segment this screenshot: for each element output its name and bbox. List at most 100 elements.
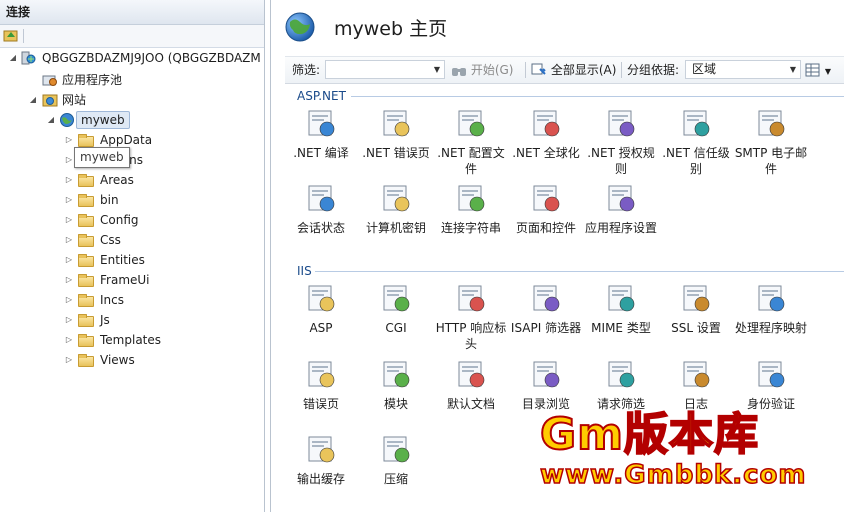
feature-label: 连接字符串	[440, 221, 501, 235]
feature-item[interactable]: ISAPI 筛选器	[508, 282, 584, 336]
feature-item[interactable]: 计算机密钥	[358, 182, 434, 236]
feature-item[interactable]: 应用程序设置	[583, 182, 659, 236]
feature-item[interactable]: 模块	[358, 358, 434, 412]
view-mode-button[interactable]: ▼	[805, 57, 831, 83]
folder-icon	[78, 214, 94, 227]
watermark-title: Gm版本库	[539, 408, 759, 461]
tree-node-label: 应用程序池	[62, 73, 123, 87]
tree-node-label: 网站	[62, 93, 87, 107]
feature-item[interactable]: .NET 配置文件	[433, 107, 509, 177]
expander-icon[interactable]: ▷	[65, 150, 73, 170]
connection-strings-icon	[458, 185, 485, 212]
expander-icon[interactable]: ▷	[65, 250, 73, 270]
start-filter-button[interactable]: 开始(G)	[451, 57, 514, 83]
tree-node-label: Config	[100, 213, 139, 227]
folder-icon	[78, 174, 94, 187]
error-pages-icon	[308, 361, 335, 388]
connect-icon[interactable]	[3, 28, 19, 42]
globe-icon	[285, 12, 315, 42]
folder-icon	[78, 194, 94, 207]
feature-label: 压缩	[383, 472, 408, 486]
folder-icon	[78, 234, 94, 247]
expander-icon[interactable]: ▷	[65, 130, 73, 150]
feature-item[interactable]: .NET 全球化	[508, 107, 584, 161]
feature-item[interactable]: .NET 信任级别	[658, 107, 734, 177]
feature-label: .NET 配置文件	[437, 146, 505, 176]
expander-icon[interactable]: ▷	[65, 350, 73, 370]
group-by-select[interactable]: 区域 ▼	[685, 60, 801, 79]
expander-icon[interactable]: ▷	[65, 310, 73, 330]
tree-node-label: FrameUi	[100, 273, 150, 287]
expander-icon[interactable]: ◢	[9, 48, 17, 68]
ssl-settings-icon	[683, 285, 710, 312]
tree-node-server[interactable]: ◢ QBGGZBDAZMJ9JOO (QBGGZBDAZMJ9JOO\Admin…	[0, 48, 264, 68]
tree-node-label: Views	[100, 353, 135, 367]
show-all-icon	[531, 63, 546, 75]
app-settings-icon	[608, 185, 635, 212]
feature-item[interactable]: 处理程序映射	[733, 282, 809, 336]
folder-icon	[78, 254, 94, 267]
feature-label: 模块	[383, 397, 408, 411]
expander-icon[interactable]: ▷	[65, 170, 73, 190]
feature-item[interactable]: HTTP 响应标头	[433, 282, 509, 352]
feature-label: 页面和控件	[515, 221, 576, 235]
feature-item[interactable]: SMTP 电子邮件	[733, 107, 809, 177]
tree-node-label: QBGGZBDAZMJ9JOO (QBGGZBDAZMJ9JOO\Adminis…	[42, 51, 260, 65]
tree-node-label: Js	[100, 313, 110, 327]
feature-item[interactable]: 会话状态	[283, 182, 359, 236]
sites-icon	[42, 94, 58, 107]
feature-item[interactable]: 默认文档	[433, 358, 509, 412]
filter-bar: 筛选: ▼ 开始(G) 全部显示(A) 分组依据: 区域 ▼ ▼	[285, 56, 844, 84]
feature-item[interactable]: CGI	[358, 282, 434, 336]
folder-icon	[78, 274, 94, 287]
feature-item[interactable]: 错误页	[283, 358, 359, 412]
section-divider	[351, 96, 844, 97]
expander-icon[interactable]: ▷	[65, 290, 73, 310]
folder-icon	[78, 294, 94, 307]
expander-icon[interactable]: ▷	[65, 270, 73, 290]
globe-icon	[60, 113, 74, 127]
feature-label: .NET 授权规则	[587, 146, 655, 176]
isapi-filters-icon	[533, 285, 560, 312]
filter-input[interactable]: ▼	[325, 60, 445, 79]
tooltip: myweb	[74, 147, 130, 168]
smtp-email-icon	[758, 110, 785, 137]
expander-icon[interactable]: ◢	[29, 90, 37, 110]
session-state-icon	[308, 185, 335, 212]
feature-item[interactable]: .NET 授权规则	[583, 107, 659, 177]
feature-label: 默认文档	[446, 397, 495, 411]
expander-icon[interactable]: ▷	[65, 210, 73, 230]
feature-item[interactable]: .NET 错误页	[358, 107, 434, 161]
compression-icon	[383, 436, 410, 463]
expander-icon[interactable]: ▷	[65, 230, 73, 250]
feature-item[interactable]: .NET 编译	[283, 107, 359, 161]
net-authorization-icon	[608, 110, 635, 137]
app-pool-icon	[42, 75, 57, 86]
show-all-button[interactable]: 全部显示(A)	[531, 57, 616, 83]
default-document-icon	[458, 361, 485, 388]
pages-controls-icon	[533, 185, 560, 212]
view-grid-icon	[805, 63, 820, 77]
feature-item[interactable]: SSL 设置	[658, 282, 734, 336]
feature-item[interactable]: 连接字符串	[433, 182, 509, 236]
authentication-icon	[758, 361, 785, 388]
expander-icon[interactable]: ▷	[65, 330, 73, 350]
group-by-label: 分组依据:	[627, 63, 680, 77]
feature-item[interactable]: MIME 类型	[583, 282, 659, 336]
feature-item[interactable]: 输出缓存	[283, 433, 359, 487]
feature-label: 输出缓存	[296, 472, 345, 486]
binoculars-icon	[452, 68, 466, 76]
folder-icon	[78, 314, 94, 327]
feature-label: CGI	[385, 321, 407, 335]
expander-icon[interactable]: ▷	[65, 190, 73, 210]
expander-icon[interactable]: ◢	[47, 110, 55, 130]
feature-item[interactable]: 页面和控件	[508, 182, 584, 236]
feature-label: .NET 全球化	[512, 146, 580, 160]
net-error-page-icon	[383, 110, 410, 137]
net-compile-icon	[308, 110, 335, 137]
connections-header: 连接	[0, 0, 264, 25]
feature-item[interactable]: 压缩	[358, 433, 434, 487]
feature-label: 处理程序映射	[734, 321, 807, 335]
chevron-down-icon: ▼	[824, 67, 831, 76]
feature-item[interactable]: ASP	[283, 282, 359, 336]
